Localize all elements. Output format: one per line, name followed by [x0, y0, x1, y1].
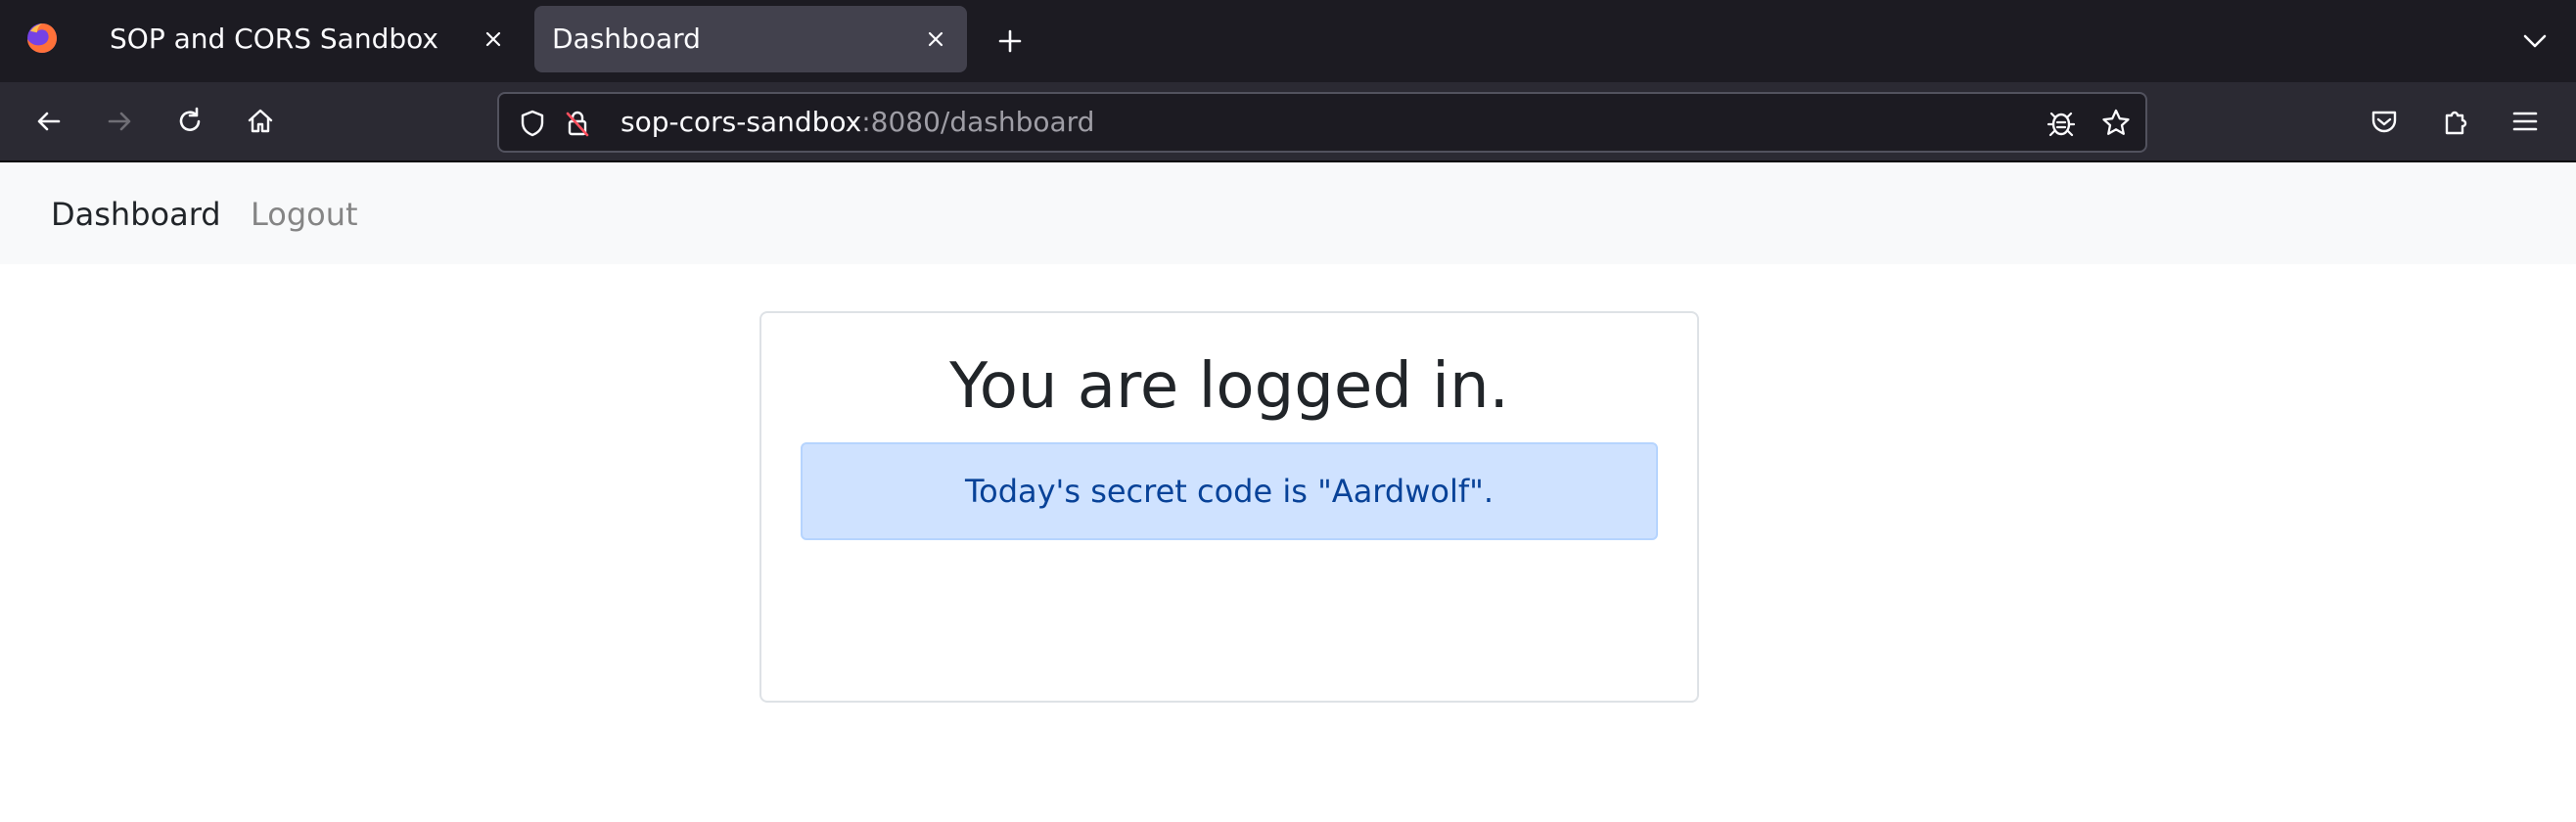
star-icon[interactable] — [2098, 106, 2134, 141]
bug-icon[interactable] — [2044, 106, 2079, 141]
secret-code-alert: Today's secret code is "Aardwolf". — [801, 442, 1658, 540]
reload-icon[interactable] — [172, 104, 207, 139]
chevron-down-icon[interactable] — [2517, 23, 2553, 59]
firefox-logo-icon[interactable] — [25, 22, 59, 55]
close-icon[interactable] — [480, 25, 507, 53]
login-status-card: You are logged in. Today's secret code i… — [759, 311, 1699, 703]
extensions-icon[interactable] — [2437, 104, 2472, 139]
url-path: :8080/dashboard — [861, 106, 1095, 138]
hamburger-menu-icon[interactable] — [2507, 104, 2543, 139]
url-text[interactable]: sop-cors-sandbox:8080/dashboard — [621, 94, 1094, 151]
navigation-toolbar: sop-cors-sandbox:8080/dashboard — [0, 82, 2576, 162]
insecure-lock-icon[interactable] — [560, 106, 595, 141]
url-bar[interactable]: sop-cors-sandbox:8080/dashboard — [497, 92, 2147, 153]
forward-arrow-icon[interactable] — [102, 104, 137, 139]
tab-title: Dashboard — [552, 23, 701, 55]
tab-strip: SOP and CORS Sandbox Dashboard — [0, 0, 2576, 82]
url-host: sop-cors-sandbox — [621, 106, 862, 138]
pocket-icon[interactable] — [2367, 104, 2402, 139]
tab-sop-cors-sandbox[interactable]: SOP and CORS Sandbox — [94, 6, 525, 72]
tab-dashboard[interactable]: Dashboard — [534, 6, 967, 72]
shield-icon[interactable] — [515, 106, 550, 141]
back-arrow-icon[interactable] — [31, 104, 67, 139]
tab-title: SOP and CORS Sandbox — [110, 23, 438, 55]
site-navbar: Dashboard Logout — [0, 164, 2576, 264]
page-content: Dashboard Logout You are logged in. Toda… — [0, 164, 2576, 822]
page-title: You are logged in. — [949, 350, 1509, 423]
nav-link-logout[interactable]: Logout — [251, 164, 358, 264]
home-icon[interactable] — [243, 104, 278, 139]
nav-link-dashboard[interactable]: Dashboard — [51, 164, 221, 264]
plus-icon[interactable] — [992, 23, 1028, 59]
close-icon[interactable] — [922, 25, 949, 53]
